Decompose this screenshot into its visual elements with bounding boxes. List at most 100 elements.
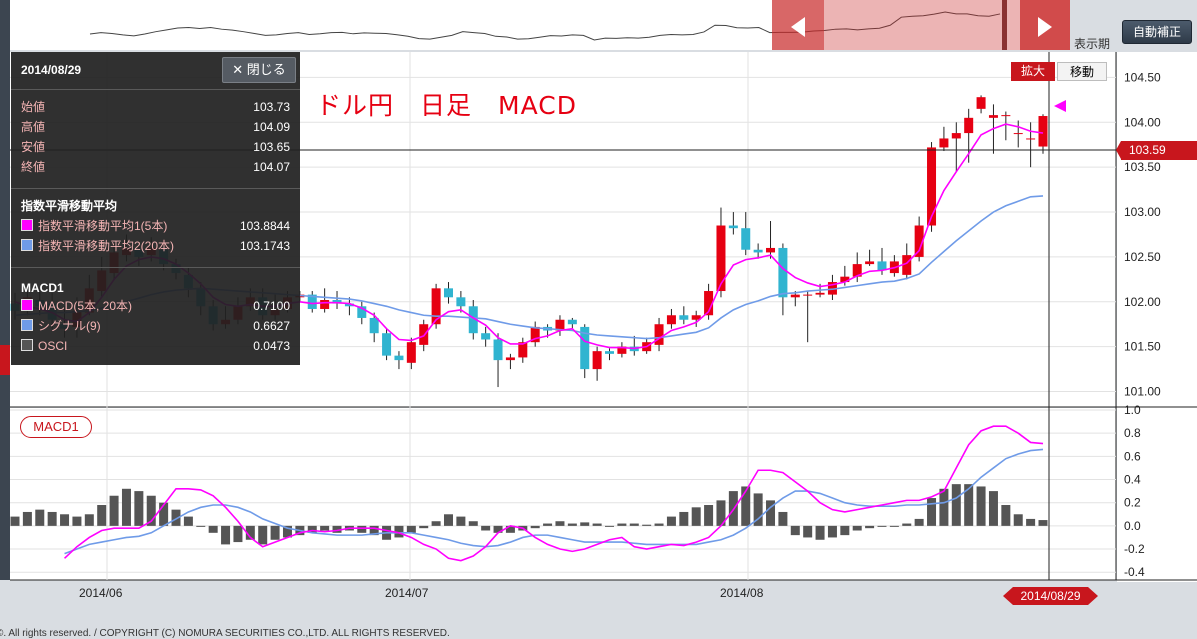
macd-label: MACD(5本, 20本) — [21, 297, 132, 315]
zoom-button[interactable]: 拡大 — [1011, 62, 1055, 81]
move-button[interactable]: 移動 — [1057, 62, 1107, 81]
candle-body — [976, 97, 986, 109]
candle-body — [790, 294, 800, 298]
candle-body — [369, 317, 379, 334]
histogram-bar — [84, 514, 94, 526]
histogram-bar — [691, 507, 701, 526]
histogram-bar — [865, 525, 875, 529]
candle-body — [927, 147, 937, 226]
candle-body — [988, 115, 998, 118]
histogram-bar — [654, 523, 664, 526]
candle-body — [654, 324, 664, 345]
histogram-bar — [468, 521, 478, 526]
histogram-bar — [47, 511, 57, 526]
macd-row-1: MACD(5本, 20本) 0.7100 — [21, 297, 290, 315]
info-panel: 2014/08/29 ✕ 閉じる 始値 103.73 高値 104.09 安値 … — [11, 52, 300, 365]
price-tick-label: 102.00 — [1124, 295, 1161, 309]
candle-body — [951, 133, 961, 139]
ohlc-row-close: 終値 104.07 — [21, 158, 290, 176]
histogram-bar — [889, 525, 899, 527]
candle-body — [939, 138, 949, 148]
close-button[interactable]: ✕ 閉じる — [222, 57, 296, 83]
price-tick-label: 102.50 — [1124, 250, 1161, 264]
ohlc-label: 終値 — [21, 160, 46, 174]
histogram-bar — [642, 524, 652, 526]
color-swatch-icon — [21, 219, 33, 231]
macd-label-text: シグナル(9) — [38, 319, 101, 333]
histogram-bar — [629, 523, 639, 526]
histogram-bar — [567, 523, 577, 526]
left-edge — [0, 0, 10, 580]
ema-label: 指数平滑移動平均2(20本) — [21, 237, 174, 255]
histogram-bar — [605, 525, 615, 527]
histogram-bar — [530, 525, 540, 529]
histogram-bar — [666, 516, 676, 526]
histogram-bar — [134, 491, 144, 526]
chart-title: ドル円 日足 MACD — [316, 91, 577, 120]
histogram-bar — [827, 525, 837, 538]
histogram-bar — [208, 525, 218, 533]
candle-body — [1038, 116, 1048, 147]
histogram-bar — [580, 522, 590, 526]
histogram-bar — [419, 525, 429, 529]
candle-body — [1013, 133, 1023, 135]
histogram-bar — [481, 525, 491, 531]
histogram-bar — [914, 518, 924, 526]
candle-body — [567, 319, 577, 325]
histogram-bar — [679, 511, 689, 526]
candle-body — [1001, 115, 1011, 117]
ohlc-label: 安値 — [21, 140, 46, 154]
histogram-bar — [456, 516, 466, 526]
macd-label: OSCI — [21, 337, 67, 355]
histogram-bar — [270, 525, 280, 540]
histogram-bar — [35, 509, 45, 526]
macd-tag[interactable]: MACD1 — [20, 416, 92, 438]
macd-tick-label: 0.2 — [1124, 496, 1141, 510]
candle-body — [406, 342, 416, 363]
color-swatch-icon — [21, 299, 33, 311]
histogram-bar — [852, 525, 862, 531]
macd-tick-label: 0.8 — [1124, 426, 1141, 440]
macd-header: MACD1 — [21, 279, 290, 297]
price-tick-label: 104.50 — [1124, 70, 1161, 84]
ohlc-row-high: 高値 104.09 — [21, 118, 290, 136]
candle-body — [865, 261, 875, 265]
candle-body — [679, 315, 689, 320]
candle-body — [592, 351, 602, 370]
macd-row-3: OSCI 0.0473 — [21, 337, 290, 355]
color-swatch-icon — [21, 339, 33, 351]
histogram-bar — [406, 525, 416, 533]
date-tag-arrows — [1003, 587, 1098, 605]
candle-body — [320, 300, 330, 309]
candle-body — [666, 315, 676, 325]
x-axis-label: 2014/06 — [79, 586, 123, 600]
histogram-bar — [10, 516, 20, 526]
last-price-tag: 103.59 — [1121, 141, 1197, 160]
histogram-bar — [877, 525, 887, 527]
price-tick-label: 104.00 — [1124, 115, 1161, 129]
histogram-bar — [790, 525, 800, 536]
histogram-bar — [815, 525, 825, 540]
macd-value: 0.0473 — [253, 339, 290, 353]
histogram-bar — [592, 523, 602, 526]
histogram-bar — [258, 525, 268, 545]
histogram-bar — [121, 488, 131, 526]
histogram-bar — [1001, 505, 1011, 526]
navigator-handle[interactable] — [1002, 0, 1007, 50]
histogram-bar — [951, 484, 961, 526]
ema-value: 103.1743 — [239, 239, 290, 253]
divider — [11, 188, 300, 189]
histogram-bar — [72, 516, 82, 526]
price-tick-label: 101.00 — [1124, 385, 1161, 399]
divider — [11, 267, 300, 268]
histogram-bar — [109, 495, 119, 526]
histogram-bar — [939, 488, 949, 526]
ema-label-text: 指数平滑移動平均2(20本) — [38, 239, 175, 253]
histogram-bar — [221, 525, 231, 545]
histogram-bar — [555, 521, 565, 526]
auto-correct-button[interactable]: 自動補正 — [1122, 20, 1192, 44]
ema-header-text: 指数平滑移動平均 — [21, 199, 118, 213]
histogram-bar — [976, 486, 986, 526]
candle-body — [1026, 138, 1036, 140]
candle-body — [716, 225, 726, 292]
